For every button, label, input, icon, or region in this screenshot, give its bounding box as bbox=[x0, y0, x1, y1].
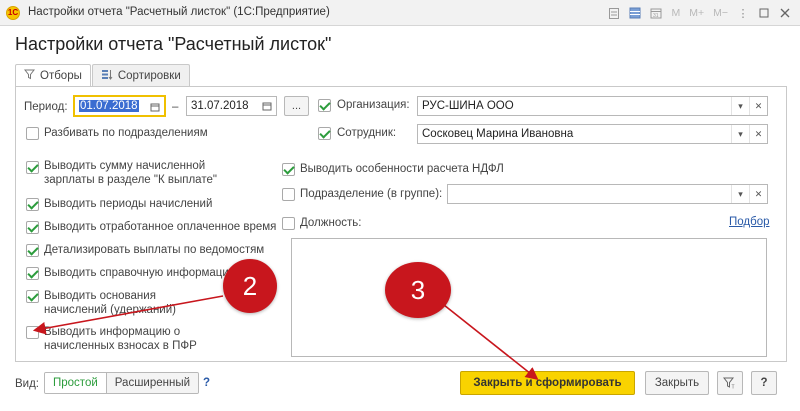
tab-filters[interactable]: Отборы bbox=[15, 64, 91, 87]
table-icon[interactable] bbox=[626, 4, 644, 22]
memory-m-button[interactable]: M bbox=[668, 4, 683, 22]
ndfl-label: Выводить особенности расчета НДФЛ bbox=[300, 163, 504, 175]
organization-field[interactable]: РУС-ШИНА ООО ▾ ✕ bbox=[417, 96, 768, 116]
option-reference-info-checkbox[interactable] bbox=[26, 267, 39, 280]
division-checkbox[interactable] bbox=[282, 188, 295, 201]
view-extended-button[interactable]: Расширенный bbox=[106, 373, 199, 393]
option-pfr-contributions-checkbox[interactable] bbox=[26, 326, 39, 339]
view-help-icon[interactable]: ? bbox=[203, 377, 210, 389]
view-label: Вид: bbox=[15, 378, 39, 390]
position-list[interactable] bbox=[291, 238, 767, 357]
organization-checkbox[interactable] bbox=[318, 99, 331, 112]
memory-minus-button[interactable]: M− bbox=[710, 4, 731, 22]
chevron-down-icon[interactable]: ▾ bbox=[731, 185, 749, 203]
close-icon[interactable] bbox=[776, 4, 794, 22]
chevron-down-icon[interactable]: ▾ bbox=[731, 125, 749, 143]
option-accrual-basis-checkbox[interactable] bbox=[26, 290, 39, 303]
1c-logo-icon: 1С bbox=[6, 6, 20, 20]
period-dash: – bbox=[172, 101, 179, 113]
period-from-value: 01.07.2018 bbox=[79, 100, 139, 112]
close-button[interactable]: Закрыть bbox=[645, 371, 709, 395]
window-title: Настройки отчета "Расчетный листок" (1С:… bbox=[28, 6, 330, 18]
clear-icon[interactable]: ✕ bbox=[749, 125, 767, 143]
clear-icon[interactable]: ✕ bbox=[749, 185, 767, 203]
close-and-build-button[interactable]: Закрыть и сформировать bbox=[460, 371, 635, 395]
option-worked-time-checkbox[interactable] bbox=[26, 221, 39, 234]
annotation-marker-2: 2 bbox=[223, 259, 277, 313]
option-pfr-contributions-label: Выводить информацию о начисленных взноса… bbox=[44, 326, 197, 352]
organization-value: РУС-ШИНА ООО bbox=[422, 100, 514, 112]
position-checkbox[interactable] bbox=[282, 217, 295, 230]
employee-label: Сотрудник: bbox=[337, 127, 397, 139]
sort-icon bbox=[101, 69, 113, 83]
window-controls: 31 M M+ M− ⋮ bbox=[605, 3, 794, 23]
period-from-field[interactable]: 01.07.2018 bbox=[73, 95, 166, 117]
split-by-division-label: Разбивать по подразделениям bbox=[44, 127, 208, 139]
option-detail-payments-checkbox[interactable] bbox=[26, 244, 39, 257]
period-choose-button[interactable]: ... bbox=[284, 96, 309, 116]
position-label: Должность: bbox=[300, 217, 362, 229]
maximize-icon[interactable] bbox=[755, 4, 773, 22]
filter-icon bbox=[23, 69, 36, 83]
division-field[interactable]: ▾ ✕ bbox=[447, 184, 768, 204]
employee-value: Сосковец Марина Ивановна bbox=[422, 128, 574, 140]
period-to-value: 31.07.2018 bbox=[191, 100, 249, 112]
filter-settings-icon: T bbox=[723, 377, 735, 390]
more-menu-icon[interactable]: ⋮ bbox=[734, 4, 752, 22]
memory-plus-button[interactable]: M+ bbox=[686, 4, 707, 22]
tab-sorting[interactable]: Сортировки bbox=[91, 64, 190, 86]
option-salary-to-pay-label: Выводить сумму начисленной зарплаты в ра… bbox=[44, 160, 217, 186]
period-label: Период: bbox=[24, 101, 68, 113]
calendar-icon[interactable] bbox=[146, 98, 164, 116]
employee-checkbox[interactable] bbox=[318, 127, 331, 140]
view-simple-button[interactable]: Простой bbox=[45, 373, 107, 393]
calendar-icon[interactable]: 31 bbox=[647, 4, 665, 22]
organization-label: Организация: bbox=[337, 99, 410, 111]
tab-bar: Отборы Сортировки bbox=[15, 64, 191, 87]
filter-settings-button[interactable]: T bbox=[717, 371, 743, 395]
view-mode-switch: Простой Расширенный bbox=[44, 372, 200, 394]
option-reference-info-label: Выводить справочную информацию bbox=[44, 267, 238, 279]
annotation-marker-3: 3 bbox=[385, 262, 451, 318]
window-titlebar: 1С Настройки отчета "Расчетный листок" (… bbox=[0, 0, 800, 26]
option-periods-label: Выводить периоды начислений bbox=[44, 198, 213, 210]
tab-label: Отборы bbox=[40, 70, 82, 82]
option-accrual-basis-label: Выводить основания начислений (удержаний… bbox=[44, 290, 176, 316]
help-button[interactable]: ? bbox=[751, 371, 777, 395]
pick-link[interactable]: Подбор bbox=[729, 216, 770, 228]
period-to-field[interactable]: 31.07.2018 bbox=[186, 96, 277, 116]
option-periods-checkbox[interactable] bbox=[26, 198, 39, 211]
svg-text:31: 31 bbox=[653, 13, 659, 19]
option-worked-time-label: Выводить отработанное оплаченное время bbox=[44, 221, 277, 233]
calendar-icon[interactable] bbox=[258, 97, 276, 115]
chevron-down-icon[interactable]: ▾ bbox=[731, 97, 749, 115]
division-label: Подразделение (в группе): bbox=[300, 188, 443, 200]
clear-icon[interactable]: ✕ bbox=[749, 97, 767, 115]
ndfl-checkbox[interactable] bbox=[282, 163, 295, 176]
svg-text:T: T bbox=[732, 385, 735, 390]
split-by-division-checkbox[interactable] bbox=[26, 127, 39, 140]
employee-field[interactable]: Сосковец Марина Ивановна ▾ ✕ bbox=[417, 124, 768, 144]
tab-label: Сортировки bbox=[117, 69, 181, 82]
document-icon[interactable] bbox=[605, 4, 623, 22]
page-title: Настройки отчета "Расчетный листок" bbox=[15, 34, 332, 54]
option-salary-to-pay-checkbox[interactable] bbox=[26, 161, 39, 174]
option-detail-payments-label: Детализировать выплаты по ведомостям bbox=[44, 244, 265, 256]
